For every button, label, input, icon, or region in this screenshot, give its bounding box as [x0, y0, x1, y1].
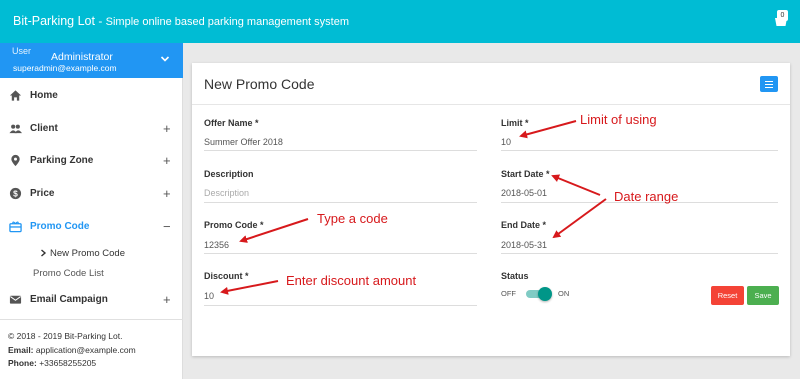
- chevron-right-icon: [41, 249, 47, 257]
- discount-label: Discount *: [204, 271, 249, 281]
- sidebar-item-label: Promo Code: [30, 221, 90, 232]
- sidebar: User Administrator superadmin@example.co…: [0, 43, 183, 379]
- footer-divider: [0, 319, 183, 320]
- limit-underline: [501, 150, 778, 151]
- user-email: superadmin@example.com: [13, 63, 117, 73]
- end-date-label: End Date *: [501, 220, 547, 230]
- app-title[interactable]: Bit-Parking Lot - Simple online based pa…: [13, 14, 349, 28]
- limit-label: Limit *: [501, 118, 529, 128]
- limit-input[interactable]: 10: [501, 137, 511, 147]
- sidebar-subitem-new-promo-code[interactable]: New Promo Code: [50, 248, 125, 259]
- discount-underline: [204, 305, 477, 306]
- sidebar-item-price[interactable]: $ Price +: [0, 183, 183, 205]
- list-icon: [765, 80, 773, 82]
- sidebar-item-email-campaign[interactable]: Email Campaign +: [0, 289, 183, 311]
- offer-name-underline: [204, 150, 477, 151]
- footer-email-label: Email:: [8, 344, 34, 355]
- save-button[interactable]: Save: [747, 286, 779, 305]
- title-separator: -: [94, 14, 106, 28]
- promo-code-underline: [204, 253, 477, 254]
- expand-plus-icon[interactable]: +: [163, 121, 171, 136]
- sidebar-item-home[interactable]: Home: [0, 85, 183, 107]
- annotation-type-code: Type a code: [317, 211, 388, 226]
- discount-input[interactable]: 10: [204, 291, 214, 301]
- status-label: Status: [501, 271, 529, 281]
- mail-icon: [9, 295, 22, 304]
- start-date-input[interactable]: 2018-05-01: [501, 188, 547, 198]
- promo-code-label: Promo Code *: [204, 220, 264, 230]
- gift-card-icon: [9, 221, 22, 233]
- sidebar-item-parking-zone[interactable]: Parking Zone +: [0, 150, 183, 172]
- footer-email: application@example.com: [35, 344, 136, 355]
- copyright: © 2018 - 2019 Bit-Parking Lot.: [8, 331, 123, 341]
- annotation-discount: Enter discount amount: [286, 273, 417, 288]
- status-on-label: ON: [558, 289, 570, 298]
- footer-phone: +33658255205: [39, 358, 97, 368]
- location-pin-icon: [11, 154, 20, 167]
- collapse-minus-icon[interactable]: −: [163, 219, 171, 234]
- brand-name: Bit-Parking Lot: [13, 14, 95, 28]
- reset-button[interactable]: Reset: [711, 286, 744, 305]
- expand-plus-icon[interactable]: +: [163, 153, 171, 168]
- dollar-icon: $: [9, 187, 22, 200]
- sidebar-item-label: Price: [30, 188, 55, 199]
- avatar: User: [12, 46, 32, 56]
- offer-name-label: Offer Name *: [204, 118, 259, 128]
- expand-plus-icon[interactable]: +: [163, 292, 171, 307]
- tagline: Simple online based parking management s…: [105, 16, 350, 28]
- user-panel[interactable]: User Administrator superadmin@example.co…: [0, 43, 183, 78]
- expand-plus-icon[interactable]: +: [163, 186, 171, 201]
- home-icon: [9, 90, 22, 101]
- sidebar-footer: © 2018 - 2019 Bit-Parking Lot. Email: ap…: [8, 330, 136, 371]
- sidebar-item-label: Client: [30, 123, 58, 134]
- svg-text:$: $: [13, 189, 18, 199]
- end-date-input[interactable]: 2018-05-31: [501, 240, 547, 250]
- sidebar-item-client[interactable]: Client +: [0, 118, 183, 140]
- start-date-label: Start Date *: [501, 169, 550, 179]
- top-app-bar: Bit-Parking Lot - Simple online based pa…: [0, 0, 800, 43]
- status-off-label: OFF: [501, 289, 516, 298]
- sidebar-subitem-promo-code-list[interactable]: Promo Code List: [33, 268, 104, 279]
- sidebar-item-label: Parking Zone: [30, 155, 94, 166]
- description-underline: [204, 202, 477, 203]
- sidebar-item-label: Email Campaign: [30, 294, 108, 305]
- status-toggle-knob[interactable]: [538, 287, 552, 301]
- cart-count-badge: 0: [777, 10, 788, 21]
- annotation-limit: Limit of using: [580, 112, 657, 127]
- annotation-date-range: Date range: [614, 189, 679, 204]
- promo-code-input[interactable]: 12356: [204, 240, 229, 250]
- chevron-down-icon[interactable]: [160, 54, 170, 64]
- end-date-underline: [501, 253, 778, 254]
- sidebar-item-promo-code[interactable]: Promo Code −: [0, 216, 183, 238]
- list-view-button[interactable]: [760, 76, 778, 92]
- description-input[interactable]: Description: [204, 188, 249, 198]
- footer-phone-label: Phone:: [8, 358, 37, 368]
- description-label: Description: [204, 169, 254, 179]
- user-name: Administrator: [51, 51, 113, 63]
- offer-name-input[interactable]: Summer Offer 2018: [204, 137, 283, 147]
- people-icon: [9, 124, 22, 134]
- promo-form-card: New Promo Code Offer Name * Summer Offer…: [192, 63, 790, 356]
- sidebar-item-label: Home: [30, 90, 58, 101]
- card-divider: [192, 104, 790, 105]
- page-title: New Promo Code: [204, 76, 315, 92]
